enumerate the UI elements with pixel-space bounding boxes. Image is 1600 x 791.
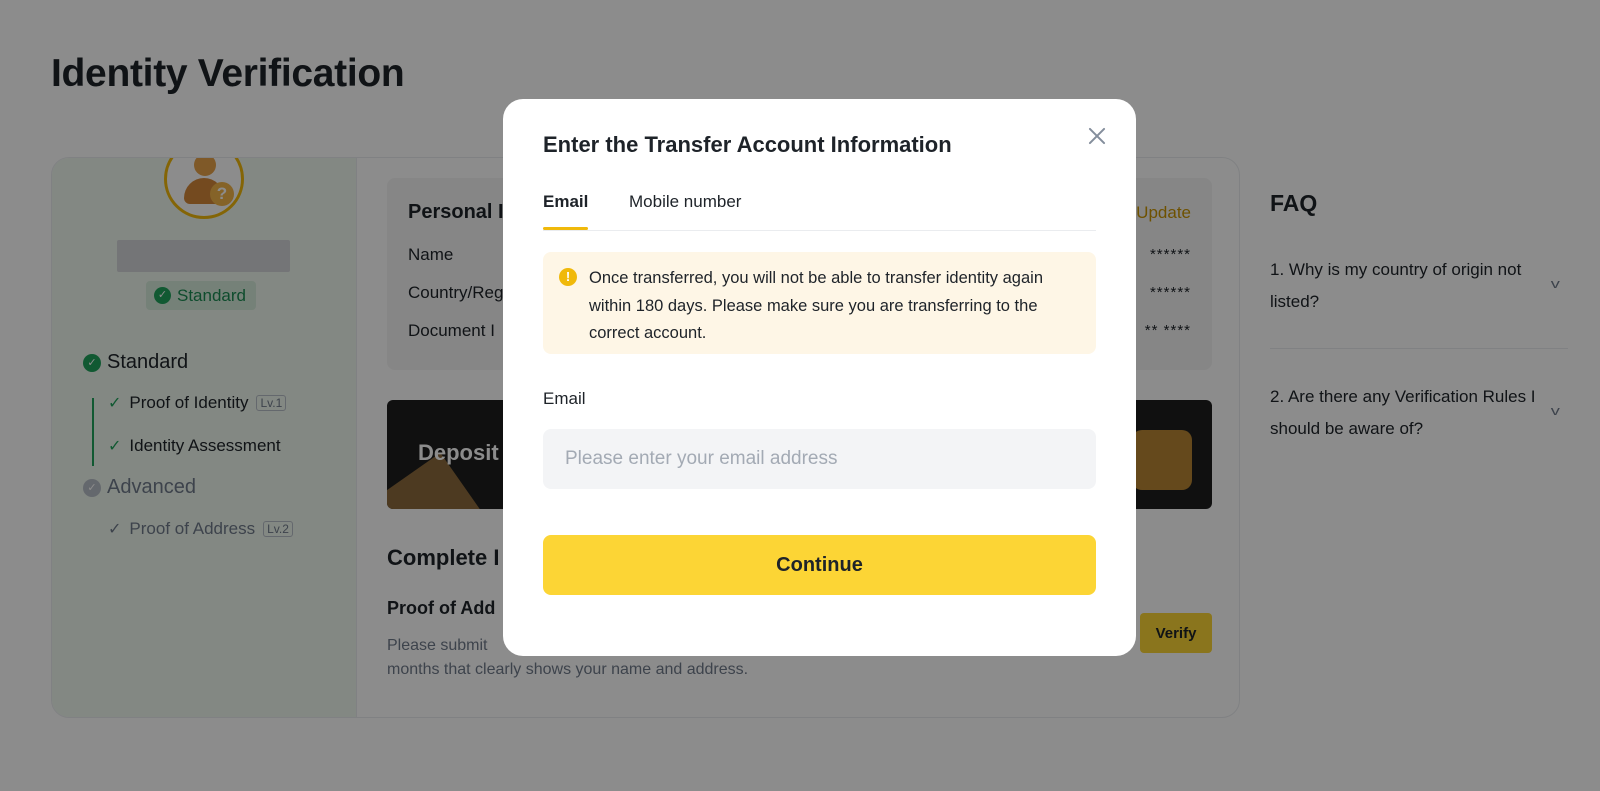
tab-mobile-number[interactable]: Mobile number	[629, 192, 741, 230]
email-field-label: Email	[543, 389, 586, 408]
tab-email[interactable]: Email	[543, 192, 589, 230]
continue-button[interactable]: Continue	[543, 535, 1096, 595]
warning-icon: !	[559, 268, 577, 286]
transfer-method-tabs: Email Mobile number	[543, 189, 1096, 231]
warning-text: Once transferred, you will not be able t…	[589, 269, 1043, 342]
warning-notice: ! Once transferred, you will not be able…	[543, 252, 1096, 354]
transfer-account-modal: Enter the Transfer Account Information E…	[503, 99, 1136, 656]
close-icon[interactable]	[1084, 123, 1110, 149]
email-field[interactable]	[543, 429, 1096, 489]
modal-title: Enter the Transfer Account Information	[543, 132, 952, 157]
